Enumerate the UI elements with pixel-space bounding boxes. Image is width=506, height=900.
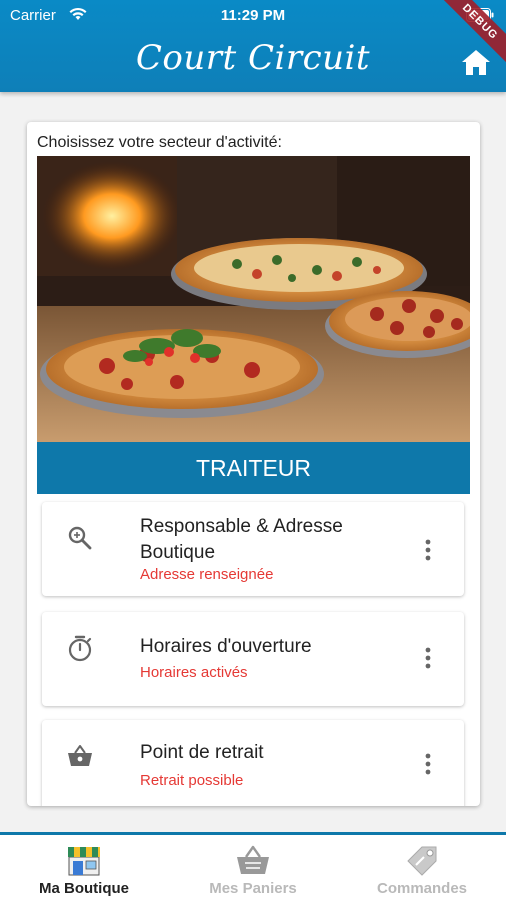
- timer-icon: [68, 635, 92, 662]
- more-vert-icon[interactable]: [420, 536, 436, 564]
- activity-card: Choisissez votre secteur d'activité: TRA…: [27, 122, 480, 806]
- category-traiteur-button[interactable]: TRAITEUR: [37, 442, 470, 494]
- option-responsable-adresse[interactable]: Responsable & Adresse Boutique Adresse r…: [42, 502, 464, 596]
- nav-commandes[interactable]: Commandes: [338, 835, 506, 900]
- option-status: Adresse renseignée: [140, 566, 274, 583]
- app-title: Court Circuit: [135, 38, 371, 78]
- more-vert-icon[interactable]: [420, 750, 436, 778]
- status-time: 11:29 PM: [220, 7, 286, 24]
- home-icon[interactable]: [460, 48, 492, 76]
- bottom-navigation: Ma Boutique Mes Paniers Commandes: [0, 832, 506, 900]
- shop-icon: [68, 847, 100, 876]
- activity-prompt: Choisissez votre secteur d'activité:: [37, 134, 282, 151]
- option-status: Retrait possible: [140, 772, 244, 789]
- pizza-photo-illustration: [37, 156, 470, 442]
- option-title: Horaires d'ouverture: [140, 636, 312, 657]
- app-header: Carrier 11:29 PM Court Circuit DEBUG: [0, 0, 506, 92]
- basket-icon: [237, 845, 269, 874]
- option-status: Horaires activés: [140, 664, 248, 681]
- option-horaires[interactable]: Horaires d'ouverture Horaires activés: [42, 612, 464, 706]
- nav-ma-boutique[interactable]: Ma Boutique: [0, 835, 168, 900]
- status-bar: Carrier 11:29 PM: [0, 0, 506, 30]
- nav-label: Mes Paniers: [209, 880, 297, 897]
- nav-mes-paniers[interactable]: Mes Paniers: [169, 835, 337, 900]
- basket-icon: [68, 745, 92, 766]
- pizza-photo: [37, 156, 470, 442]
- nav-label: Commandes: [376, 880, 468, 897]
- more-vert-icon[interactable]: [420, 644, 436, 672]
- option-title: Point de retrait: [140, 742, 264, 763]
- nav-label: Ma Boutique: [39, 880, 129, 897]
- search-icon: [68, 526, 92, 550]
- option-title: Responsable & Adresse Boutique: [140, 516, 343, 563]
- option-point-retrait[interactable]: Point de retrait Retrait possible: [42, 720, 464, 806]
- tag-icon: [407, 846, 437, 876]
